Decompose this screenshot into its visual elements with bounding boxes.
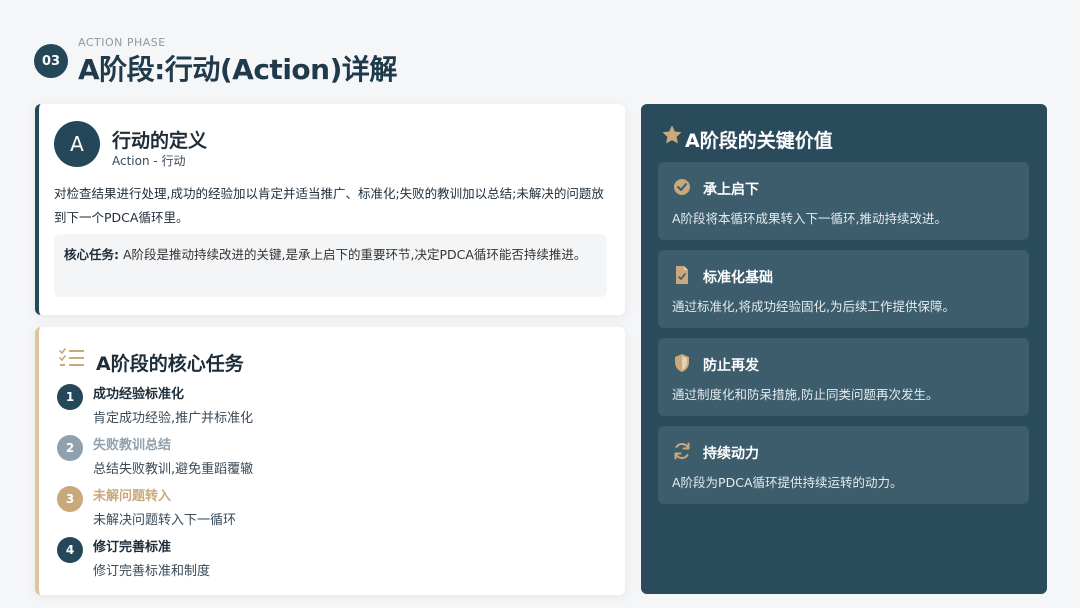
value-card: 持续动力 A阶段为PDCA循环提供持续运转的动力。 xyxy=(658,426,1029,504)
task-item: 2 失败教训总结 总结失败教训,避免重蹈覆辙 xyxy=(54,431,594,479)
definition-card: A 行动的定义 Action - 行动 对检查结果进行处理,成功的经验加以肯定并… xyxy=(35,104,625,315)
value-card: 标准化基础 通过标准化,将成功经验固化,为后续工作提供保障。 xyxy=(658,250,1029,328)
task-item: 3 未解问题转入 未解决问题转入下一循环 xyxy=(54,482,594,530)
task-title: 未解问题转入 xyxy=(93,489,172,504)
star-icon xyxy=(662,125,682,144)
definition-title: 行动的定义 xyxy=(112,130,208,152)
key-values-title: A阶段的关键价值 xyxy=(685,130,833,152)
key-values-panel: A阶段的关键价值 承上启下 A阶段将本循环成果转入下一循环,推动持续改进。 标准… xyxy=(641,104,1047,594)
task-item: 4 修订完善标准 修订完善标准和制度 xyxy=(54,533,594,581)
core-task-box: 核心任务: A阶段是推动持续改进的关键,是承上启下的重要环节,决定PDCA循环能… xyxy=(54,234,607,297)
value-title: 防止再发 xyxy=(703,358,759,374)
section-number-badge: 03 xyxy=(34,44,68,78)
value-description: 通过标准化,将成功经验固化,为后续工作提供保障。 xyxy=(672,299,955,314)
value-description: A阶段将本循环成果转入下一循环,推动持续改进。 xyxy=(672,211,948,226)
task-number: 3 xyxy=(57,486,83,512)
value-title: 持续动力 xyxy=(703,446,759,462)
core-task-text: A阶段是推动持续改进的关键,是承上启下的重要环节,决定PDCA循环能否持续推进。 xyxy=(119,247,587,262)
value-card: 防止再发 通过制度化和防呆措施,防止同类问题再次发生。 xyxy=(658,338,1029,416)
shield-icon xyxy=(675,354,689,372)
value-card: 承上启下 A阶段将本循环成果转入下一循环,推动持续改进。 xyxy=(658,162,1029,240)
checklist-icon xyxy=(59,348,84,366)
definition-subtitle: Action - 行动 xyxy=(112,154,186,168)
task-description: 未解决问题转入下一循环 xyxy=(93,513,237,528)
task-number: 4 xyxy=(57,537,83,563)
task-title: 失败教训总结 xyxy=(93,438,172,453)
value-description: A阶段为PDCA循环提供持续运转的动力。 xyxy=(672,475,903,490)
core-tasks-title: A阶段的核心任务 xyxy=(96,353,244,375)
task-title: 成功经验标准化 xyxy=(93,387,185,402)
core-task-label: 核心任务: xyxy=(64,247,119,262)
task-description: 肯定成功经验,推广并标准化 xyxy=(93,411,254,426)
task-title: 修订完善标准 xyxy=(93,540,172,555)
page-title: A阶段:行动(Action)详解 xyxy=(78,53,397,86)
value-title: 标准化基础 xyxy=(703,270,773,286)
task-number: 1 xyxy=(57,384,83,410)
task-number: 2 xyxy=(57,435,83,461)
task-item: 1 成功经验标准化 肯定成功经验,推广并标准化 xyxy=(54,380,594,428)
document-icon xyxy=(676,266,688,284)
action-avatar: A xyxy=(54,121,100,167)
definition-description: 对检查结果进行处理,成功的经验加以肯定并适当推广、标准化;失败的教训加以总结;未… xyxy=(54,186,604,225)
check-circle-icon xyxy=(674,179,690,195)
core-tasks-card: A阶段的核心任务 1 成功经验标准化 肯定成功经验,推广并标准化 2 失败教训总… xyxy=(35,327,625,595)
value-description: 通过制度化和防呆措施,防止同类问题再次发生。 xyxy=(672,387,939,402)
value-title: 承上启下 xyxy=(703,182,759,198)
task-description: 修订完善标准和制度 xyxy=(93,564,211,579)
refresh-icon xyxy=(674,442,690,460)
task-description: 总结失败教训,避免重蹈覆辙 xyxy=(93,462,254,477)
